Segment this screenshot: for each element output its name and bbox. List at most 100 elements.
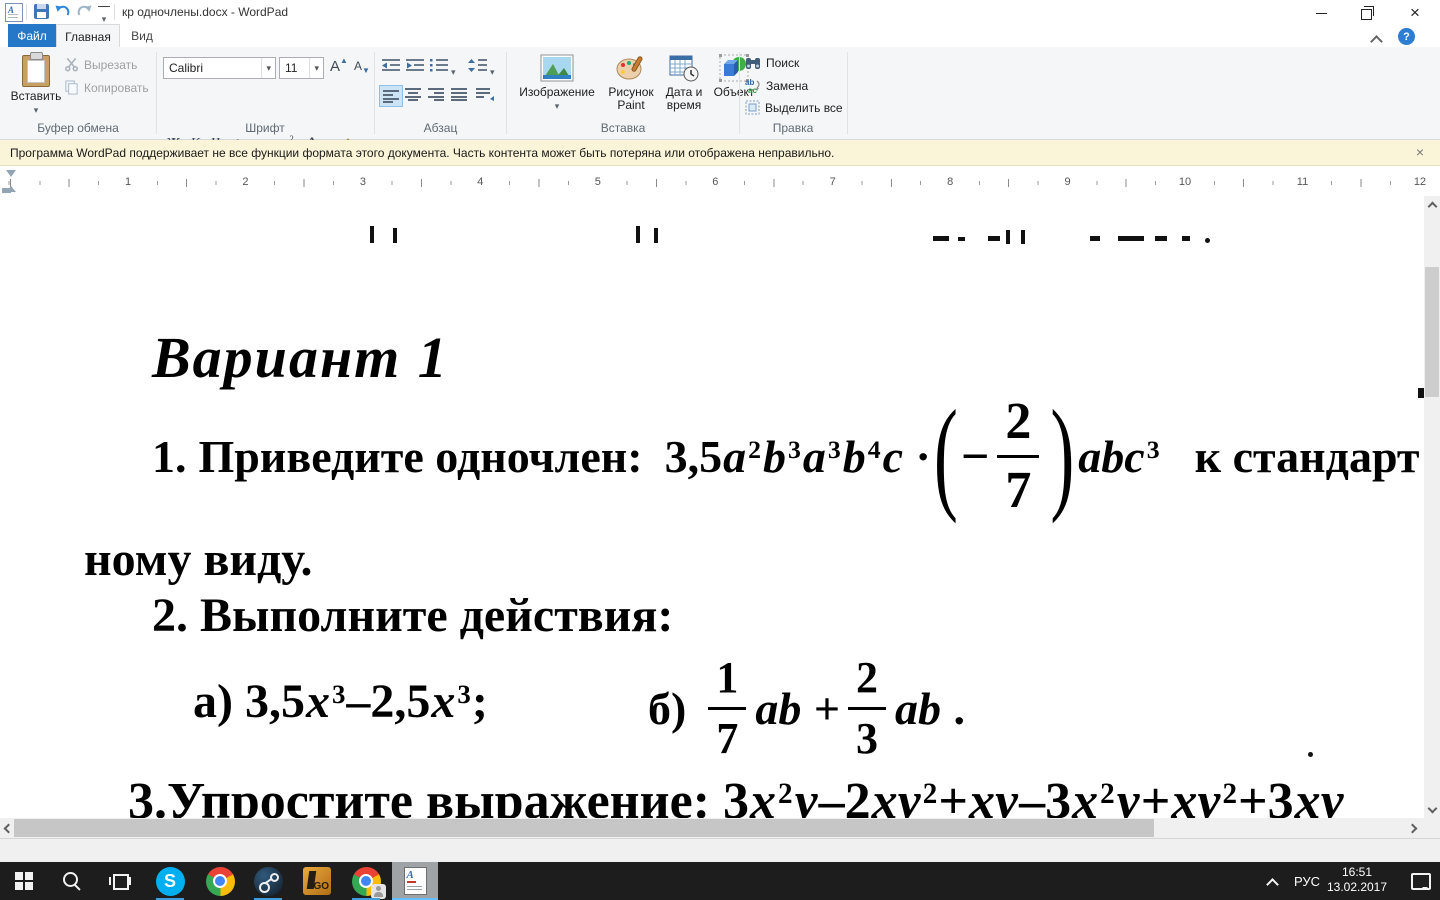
grow-font-button[interactable]: A ▲: [328, 55, 350, 77]
taskbar-skype[interactable]: S: [146, 862, 194, 900]
vertical-scrollbar-thumb[interactable]: [1425, 267, 1439, 397]
tray-expand-icon[interactable]: [1266, 876, 1279, 894]
shrink-font-button[interactable]: A ▼: [352, 55, 372, 77]
group-label-insert: Вставка: [600, 121, 646, 135]
tab-home[interactable]: Главная: [56, 24, 120, 48]
close-button[interactable]: [1392, 0, 1438, 26]
fraction-denominator: 7: [708, 706, 747, 761]
cutoff-text-fragment: [654, 228, 658, 243]
paint-label-line2: Paint: [617, 98, 645, 112]
language-indicator[interactable]: РУС: [1294, 874, 1320, 889]
action-center-button[interactable]: [1404, 862, 1438, 900]
find-button[interactable]: Поиск: [745, 56, 799, 70]
list-button[interactable]: [430, 59, 448, 72]
minimize-button[interactable]: [1298, 0, 1344, 26]
redo-icon[interactable]: [76, 3, 93, 20]
cutoff-text-fragment: [958, 237, 965, 241]
scroll-right-icon[interactable]: [1404, 820, 1420, 836]
ruler-number: 10: [1174, 174, 1196, 190]
p1-tail: к стандарт: [1194, 430, 1420, 482]
paste-button[interactable]: Вставить: [10, 52, 62, 116]
taskbar-wordpad-active[interactable]: A: [392, 862, 438, 900]
list-dropdown-icon[interactable]: [451, 62, 456, 80]
scroll-up-icon[interactable]: [1424, 198, 1440, 214]
date-time-label-line2: время: [666, 98, 702, 112]
decrease-indent-button[interactable]: [381, 59, 401, 72]
clock-time[interactable]: 16:51: [1326, 865, 1388, 879]
save-icon[interactable]: [34, 4, 49, 19]
taskbar-csgo[interactable]: GO: [293, 862, 341, 900]
start-button[interactable]: [0, 862, 48, 900]
clock-date[interactable]: 13.02.2017: [1318, 880, 1396, 894]
align-left-button[interactable]: [379, 85, 403, 107]
help-icon[interactable]: [1398, 28, 1415, 45]
cutoff-text-fragment: [393, 228, 397, 243]
p2-number: 2.: [152, 589, 188, 642]
chrome-icon: [205, 866, 235, 896]
replace-icon: ab ac: [745, 78, 761, 93]
chevron-down-icon[interactable]: [309, 58, 323, 78]
font-size-combobox[interactable]: 11: [279, 57, 324, 79]
compatibility-warning-bar: Программа WordPad поддерживает не все фу…: [0, 140, 1440, 166]
taskbar-steam[interactable]: [244, 862, 292, 900]
scroll-down-icon[interactable]: [1424, 800, 1440, 816]
find-label: Поиск: [766, 56, 800, 70]
taskbar-chrome-profile[interactable]: [342, 862, 390, 900]
line-spacing-button[interactable]: [468, 59, 488, 72]
p2b-math-end: ab .: [895, 682, 966, 734]
insert-image-button[interactable]: Изображение: [512, 54, 602, 112]
p1-frac-sign: −: [960, 428, 990, 484]
align-right-button[interactable]: [428, 88, 444, 101]
left-indent-marker[interactable]: [2, 188, 11, 193]
line-spacing-dropdown-icon[interactable]: [490, 62, 495, 80]
copy-button[interactable]: Копировать: [64, 80, 149, 95]
wordpad-app-icon: A: [5, 3, 23, 22]
p2-text: Выполните действия:: [200, 589, 674, 642]
align-center-button[interactable]: [405, 88, 421, 101]
doc-problem2a: а) 3,5x3–2,5x3;: [193, 674, 488, 729]
taskbar-search-button[interactable]: [48, 862, 96, 900]
group-label-editing: Правка: [772, 121, 814, 135]
chevron-down-icon[interactable]: [261, 58, 275, 78]
p1-math-post: abc3: [1078, 430, 1160, 482]
select-all-button[interactable]: Выделить все: [745, 100, 843, 115]
taskbar-chrome[interactable]: [196, 862, 244, 900]
document-canvas[interactable]: Вариант 1 1. Приведите одночлен: 3,5a2b3…: [0, 196, 1424, 818]
task-view-button[interactable]: [96, 862, 144, 900]
p1-math-pre: 3,5a2b3a3b4c ·: [664, 430, 931, 482]
tab-file[interactable]: Файл: [8, 24, 56, 47]
font-family-combobox[interactable]: Calibri: [163, 57, 276, 79]
doc-problem2: 2. Выполните действия:: [152, 588, 673, 643]
doc-problem2b: б) 1 7 ab + 2 3 ab .: [648, 648, 965, 768]
replace-button[interactable]: ab ac Замена: [745, 78, 808, 93]
skype-icon: S: [155, 866, 185, 896]
ruler-number: 11: [1292, 174, 1313, 190]
p3-math: Упростите выражение: 3x2y–2xy2+xy–3x2y+x…: [167, 773, 1344, 818]
date-time-button[interactable]: Дата и время: [660, 54, 708, 112]
ruler-number: 3: [355, 174, 370, 190]
fraction-numerator: 2: [1005, 392, 1032, 450]
search-icon: [63, 872, 81, 891]
cut-button[interactable]: Вырезать: [64, 57, 137, 72]
fraction-numerator: 2: [856, 652, 879, 702]
warning-close-icon[interactable]: [1412, 144, 1428, 160]
picture-icon: [540, 54, 574, 82]
undo-icon[interactable]: [54, 3, 71, 20]
paint-drawing-button[interactable]: Рисунок Paint: [604, 54, 658, 112]
ruler-number: 9: [1060, 174, 1075, 190]
restore-button[interactable]: [1344, 0, 1390, 26]
paragraph-dialog-button[interactable]: [476, 88, 494, 101]
ribbon: Вставить Вырезать Копировать Буфер обмен…: [0, 47, 1440, 153]
group-label-font: Шрифт: [245, 121, 285, 135]
p1-text: Приведите одночлен:: [198, 430, 643, 482]
ruler: 1 2 3 4 5 6 7 8 9 10 11 12: [0, 168, 1440, 197]
justify-button[interactable]: [451, 88, 467, 101]
p1-fraction: 2 7: [997, 392, 1040, 517]
doc-problem1: 1. Приведите одночлен: 3,5a2b3a3b4c · − …: [152, 392, 1420, 520]
tab-view[interactable]: Вид: [118, 24, 166, 47]
horizontal-scrollbar-thumb[interactable]: [14, 819, 1154, 837]
increase-indent-button[interactable]: [405, 59, 425, 72]
scrollbar-corner: [1424, 818, 1440, 838]
steam-icon: [253, 866, 283, 896]
group-label-clipboard: Буфер обмена: [37, 121, 119, 135]
